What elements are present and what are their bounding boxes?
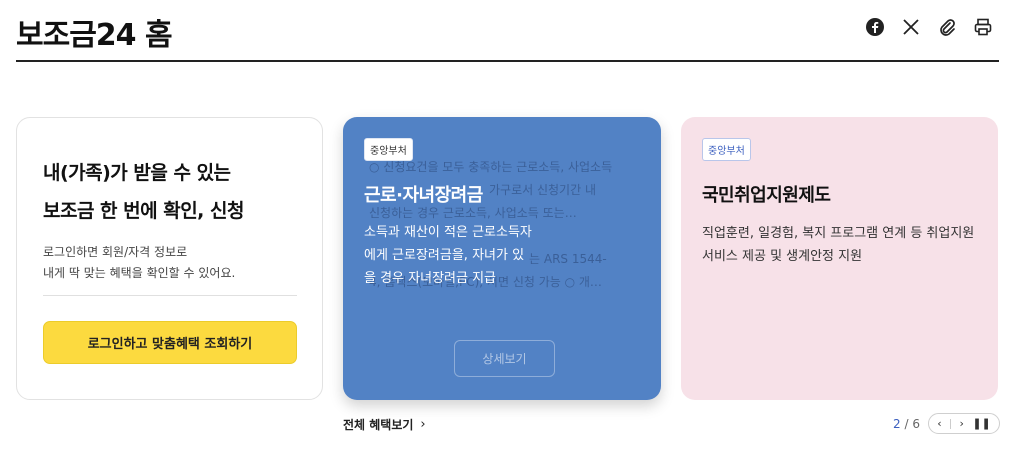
card-description: 직업훈련, 일경험, 복지 프로그램 연계 등 취업지원서비스 제공 및 생계안… [702,226,975,264]
facebook-icon[interactable] [862,14,888,40]
login-benefit-button[interactable]: 로그인하고 맞춤혜택 조회하기 [43,321,297,364]
login-desc-line: 내게 딱 맞는 혜택을 확인할 수 있어요. [43,266,236,280]
page-indicator: 2 / 6 [893,417,920,431]
carousel-pager: 2 / 6 ‹ › ❚❚ [893,413,1000,434]
chevron-right-icon[interactable]: › [959,417,963,430]
pause-icon[interactable]: ❚❚ [972,417,990,430]
card-title: 근로·자녀장려금 [364,185,483,206]
view-all-benefits-link[interactable]: 전체 혜택보기 › [343,416,426,433]
login-heading-line: 내(가족)가 받을 수 있는 [43,162,231,184]
divider [950,418,952,429]
login-desc-line: 로그인하면 회원/자격 정보로 [43,245,188,259]
login-heading-line: 보조금 한 번에 확인, 신청 [43,200,244,222]
link-icon[interactable] [934,14,960,40]
chevron-right-icon: › [420,417,426,432]
page-current: 2 [893,416,901,431]
page-total: / 6 [904,416,920,431]
view-all-label: 전체 혜택보기 [343,418,414,432]
x-icon[interactable] [898,14,924,40]
page-title: 보조금24 홈 [16,18,173,53]
chevron-left-icon[interactable]: ‹ [937,417,941,430]
detail-button[interactable]: 상세보기 [454,340,555,377]
login-divider [43,295,297,296]
login-description: 로그인하면 회원/자격 정보로 내게 딱 맞는 혜택을 확인할 수 있어요. [43,242,313,284]
category-badge: 중앙부처 [702,138,751,161]
login-heading: 내(가족)가 받을 수 있는 보조금 한 번에 확인, 신청 [43,154,313,230]
benefit-card[interactable]: 중앙부처 국민취업지원제도 직업훈련, 일경험, 복지 프로그램 연계 등 취업… [681,117,998,400]
share-toolbar [862,14,996,40]
card-title: 국민취업지원제도 [702,185,831,206]
card-description: 소득과 재산이 적은 근로소득자에게 근로장려금을, 자녀가 있을 경우 자녀장… [364,225,532,286]
print-icon[interactable] [970,14,996,40]
login-card: 내(가족)가 받을 수 있는 보조금 한 번에 확인, 신청 로그인하면 회원/… [16,117,323,400]
title-divider [16,60,999,62]
category-badge: 중앙부처 [364,138,413,161]
benefit-card-active[interactable]: ○ 신청요건을 모두 충족하는 근로소득, 사업소득 가구로서 신청기간 내 신… [343,117,661,400]
carousel-controls: ‹ › ❚❚ [927,413,1000,434]
